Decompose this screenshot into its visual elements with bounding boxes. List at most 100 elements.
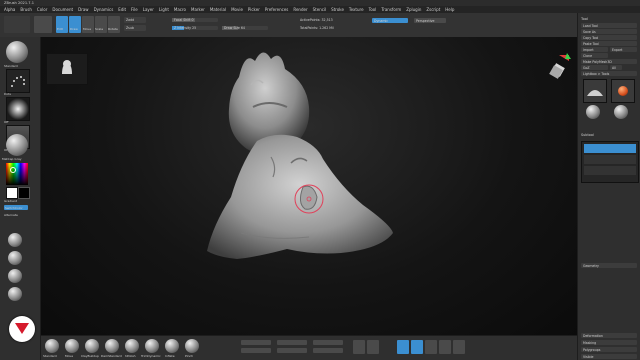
brush-slot-move[interactable] [65,339,79,353]
brush-slot-damstandard[interactable] [105,339,119,353]
projection-master-button[interactable] [34,16,52,33]
bottom-shelf-option-5[interactable] [313,340,343,345]
menu-color[interactable]: Color [37,7,47,12]
menu-transform[interactable]: Transform [381,7,401,12]
bottom-tool-5[interactable] [425,340,437,354]
bottom-shelf-option-4[interactable] [277,348,307,353]
menu-texture[interactable]: Texture [349,7,364,12]
brush-slot-standard[interactable] [45,339,59,353]
copy-tool-button[interactable]: Copy Tool [581,35,637,40]
goz-button[interactable]: GoZ [581,65,608,70]
deformation-header[interactable]: Deformation [581,333,637,338]
color-picker[interactable] [6,163,28,185]
quick-brush-4[interactable] [8,287,22,301]
lightbox-button[interactable] [4,16,30,33]
bottom-tool-4[interactable] [411,340,423,354]
brush-slot-inflate[interactable] [165,339,179,353]
bottom-shelf-option-2[interactable] [241,348,271,353]
subtool-item-active[interactable] [584,144,636,153]
bottom-tool-2[interactable] [367,340,379,354]
polygroups-header[interactable]: Polygroups [581,347,637,352]
visible-header[interactable]: Visible [581,354,637,359]
subtool-header[interactable]: Subtool [581,133,594,137]
subtool-item[interactable] [584,155,636,164]
axis-gizmo-icon[interactable] [539,51,573,83]
menu-marker[interactable]: Marker [191,7,205,12]
bottom-tool-7[interactable] [453,340,465,354]
material-button[interactable] [6,134,28,156]
tool-preview-1[interactable] [586,105,600,119]
menu-file[interactable]: File [131,7,138,12]
menu-preferences[interactable]: Preferences [265,7,289,12]
scale-button[interactable]: Scale [95,16,107,33]
menu-layer[interactable]: Layer [143,7,154,12]
draw-button[interactable]: Draw [69,16,81,33]
masking-header[interactable]: Masking [581,340,637,345]
menu-zscript[interactable]: Zscript [426,7,440,12]
current-tool-thumbnail[interactable] [583,79,607,103]
menu-help[interactable]: Help [445,7,454,12]
subtool-item[interactable] [584,166,636,175]
menu-alpha[interactable]: Alpha [4,7,15,12]
load-tool-button[interactable]: Load Tool [581,23,637,28]
menu-stroke[interactable]: Stroke [331,7,344,12]
menu-stencil[interactable]: Stencil [313,7,327,12]
bottom-tool-1[interactable] [353,340,365,354]
menu-edit[interactable]: Edit [118,7,126,12]
menu-movie[interactable]: Movie [231,7,243,12]
brush-slot-trimdynamic[interactable] [145,339,159,353]
bottom-tool-3[interactable] [397,340,409,354]
subtool-list[interactable] [581,141,639,183]
standard-brush-button[interactable] [6,41,28,63]
paste-tool-button[interactable]: Paste Tool [581,41,637,46]
perspective-button[interactable]: Perspective [414,18,446,23]
clone-button[interactable]: Clone [581,53,608,58]
menu-document[interactable]: Document [52,7,73,12]
quick-brush-2[interactable] [8,251,22,265]
dynamic-button[interactable]: Dynamic [372,18,408,23]
edit-button[interactable]: Edit [56,16,68,33]
brush-slot-hpolish[interactable] [125,339,139,353]
import-button[interactable]: Import [581,47,608,52]
quick-brush-3[interactable] [8,269,22,283]
stroke-button[interactable] [6,69,30,93]
tool-palette-title: Tool [581,17,588,21]
zsub-button[interactable]: Zsub [124,25,146,31]
save-as-button[interactable]: Save As [581,29,637,34]
lightbox-tools-button[interactable]: Lightbox > Tools [581,71,637,76]
quick-brush-1[interactable] [8,233,22,247]
switch-color-button[interactable]: SwitchColor [4,205,28,210]
color-picker-handle[interactable] [10,167,16,173]
bottom-tool-6[interactable] [439,340,451,354]
menu-light[interactable]: Light [159,7,169,12]
brush-slot-damstandard-label: DamStandard [101,354,122,358]
zadd-button[interactable]: Zadd [124,17,146,23]
make-polymesh-button[interactable]: Make PolyMesh3D [581,59,637,64]
brush-slot-claybuildup[interactable] [85,339,99,353]
bottom-shelf-option-3[interactable] [277,340,307,345]
geometry-header[interactable]: Geometry [581,263,637,268]
menu-macro[interactable]: Macro [174,7,186,12]
bottom-shelf-option-6[interactable] [313,348,343,353]
sculpt-mesh[interactable] [41,37,577,336]
alpha-button[interactable] [6,97,30,121]
menu-zplugin[interactable]: Zplugin [406,7,421,12]
main-color-swatch[interactable] [6,187,18,199]
menu-tool[interactable]: Tool [369,7,377,12]
menu-draw[interactable]: Draw [78,7,88,12]
menu-render[interactable]: Render [293,7,307,12]
export-button[interactable]: Export [610,47,637,52]
menu-material[interactable]: Material [210,7,226,12]
menu-dynamics[interactable]: Dynamics [94,7,114,12]
rotate-button[interactable]: Rotate [108,16,120,33]
brush-slot-pinch[interactable] [185,339,199,353]
tool-preview-2[interactable] [614,105,628,119]
bottom-shelf-option-1[interactable] [241,340,271,345]
canvas-viewport[interactable] [41,37,577,336]
secondary-color-swatch[interactable] [18,187,30,199]
menu-brush[interactable]: Brush [20,7,32,12]
all-button[interactable]: All [610,65,622,70]
menu-picker[interactable]: Picker [248,7,260,12]
move-button[interactable]: Move [82,16,94,33]
sphere-tool-thumbnail[interactable] [611,79,635,103]
